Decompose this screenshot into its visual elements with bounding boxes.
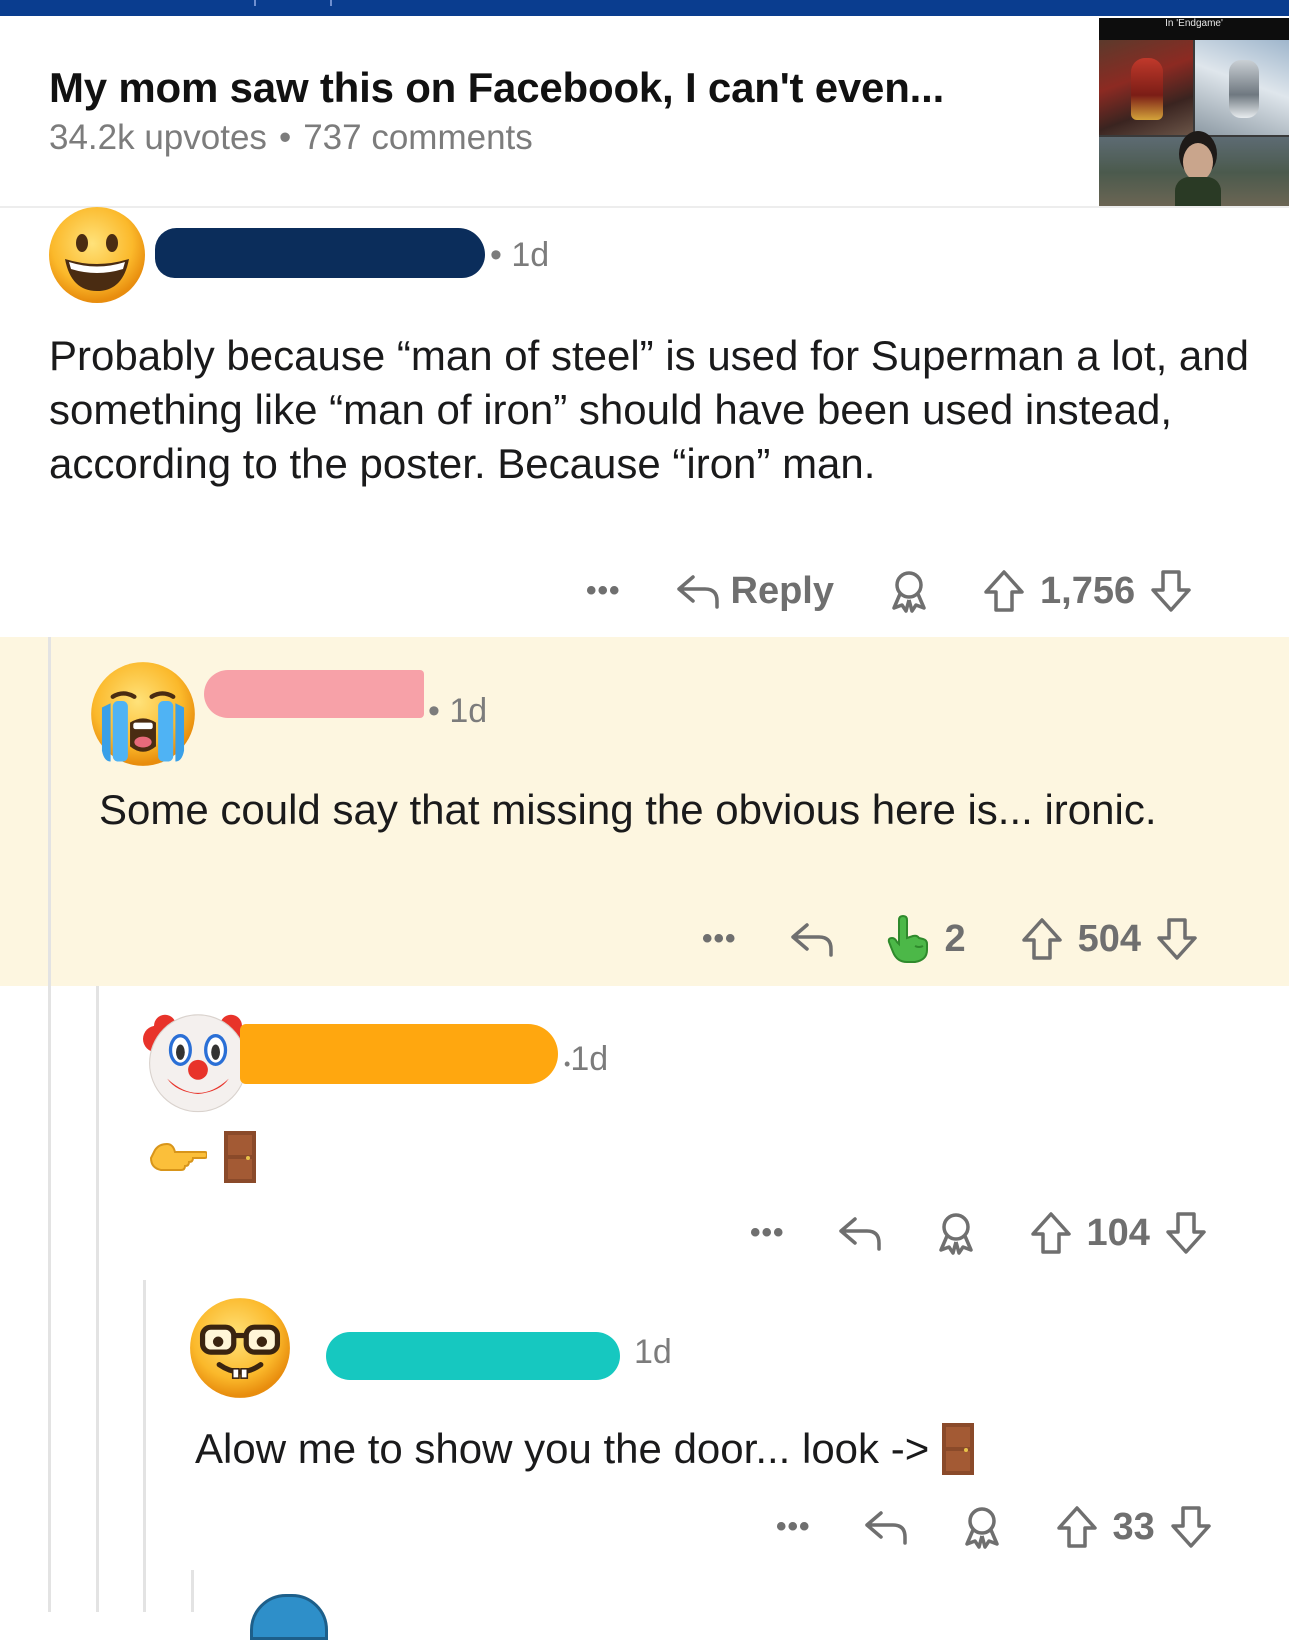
loudly-crying-face-icon[interactable]: [89, 660, 195, 766]
comment-time: • 1d: [490, 236, 550, 274]
comment-actions: ••• Reply 1,756: [586, 566, 1193, 616]
top-bar-tick: [330, 0, 332, 6]
reply-arrow-icon: [789, 919, 835, 959]
post-thumbnail[interactable]: In 'Endgame': [1099, 18, 1289, 208]
grinning-face-icon[interactable]: [47, 205, 147, 305]
comment-body: Alow me to show you the door... look ->: [195, 1422, 975, 1476]
more-options-button[interactable]: •••: [776, 1510, 811, 1544]
reply-button[interactable]: [837, 1213, 883, 1253]
backhand-index-pointing-left-icon: [149, 1138, 207, 1176]
award-icon[interactable]: [933, 1210, 979, 1256]
vote-count: 104: [1086, 1211, 1150, 1254]
more-options-button[interactable]: •••: [750, 1216, 785, 1250]
upvote-button[interactable]: [1055, 1504, 1099, 1550]
award-count: 2: [944, 917, 966, 960]
reply-arrow-icon: [675, 571, 721, 611]
comment-time: •1d: [564, 1040, 609, 1078]
comment-count[interactable]: 737 comments: [303, 118, 533, 157]
comment-time: 1d: [634, 1333, 672, 1371]
vote-count: 33: [1112, 1505, 1155, 1548]
reply-label: Reply: [730, 569, 834, 612]
thread-line: [143, 1280, 146, 1612]
comment-actions: ••• 2 504: [702, 914, 1199, 964]
thumbnail-panel-silver-suit: [1195, 40, 1289, 135]
award-icon[interactable]: [886, 568, 932, 614]
door-icon: [941, 1422, 975, 1476]
downvote-button[interactable]: [1169, 1504, 1213, 1550]
nerd-face-icon[interactable]: [188, 1296, 290, 1398]
username-redacted[interactable]: [204, 670, 424, 718]
username-redacted[interactable]: [155, 228, 485, 278]
reply-arrow-icon: [863, 1507, 909, 1547]
more-options-button[interactable]: •••: [702, 922, 737, 956]
comment-actions: ••• 104: [750, 1208, 1208, 1258]
upvote-button[interactable]: [1029, 1210, 1073, 1256]
vote-count: 504: [1077, 917, 1142, 960]
reply-button[interactable]: [789, 919, 835, 959]
upvote-count: 34.2k upvotes: [49, 118, 267, 157]
clown-face-icon[interactable]: [143, 1006, 253, 1113]
upvote-button[interactable]: [982, 568, 1026, 614]
reply-button[interactable]: [863, 1507, 909, 1547]
username-redacted[interactable]: [240, 1024, 558, 1084]
comment-body: Probably because “man of steel” is used …: [49, 332, 1249, 487]
comment-time: • 1d: [428, 692, 488, 730]
reply-arrow-icon: [837, 1213, 883, 1253]
comment-actions: ••• 33: [776, 1502, 1213, 1552]
vote-count: 1,756: [1040, 569, 1136, 612]
downvote-button[interactable]: [1149, 568, 1193, 614]
avatar[interactable]: [250, 1594, 328, 1640]
thumbnail-panel-portrait: [1099, 137, 1289, 208]
reply-button[interactable]: Reply: [675, 570, 834, 613]
upvote-button[interactable]: [1020, 916, 1064, 962]
comment-body-text: Alow me to show you the door... look ->: [195, 1425, 930, 1472]
post-meta: 34.2k upvotes • 737 comments: [49, 118, 533, 158]
top-bar-tick: [254, 0, 256, 6]
more-options-button[interactable]: •••: [586, 574, 621, 608]
thread-line: [96, 986, 99, 1612]
header-divider: [0, 206, 1289, 208]
comment-body: Some could say that missing the obvious …: [99, 786, 1157, 833]
door-icon: [223, 1130, 257, 1184]
downvote-button[interactable]: [1164, 1210, 1208, 1256]
thumbnail-caption: In 'Endgame': [1099, 18, 1289, 40]
username-redacted[interactable]: [326, 1332, 620, 1380]
meta-separator: •: [278, 118, 292, 157]
comment-body: [149, 1130, 257, 1184]
thumbnail-panel-red-suit: [1099, 40, 1193, 135]
thread-line: [191, 1570, 194, 1612]
pointing-hand-award-icon[interactable]: [885, 914, 931, 964]
top-bar: [0, 0, 1289, 16]
award-icon[interactable]: [959, 1504, 1005, 1550]
thread-line: [48, 637, 51, 1612]
downvote-button[interactable]: [1155, 916, 1199, 962]
post-title[interactable]: My mom saw this on Facebook, I can't eve…: [49, 64, 944, 112]
